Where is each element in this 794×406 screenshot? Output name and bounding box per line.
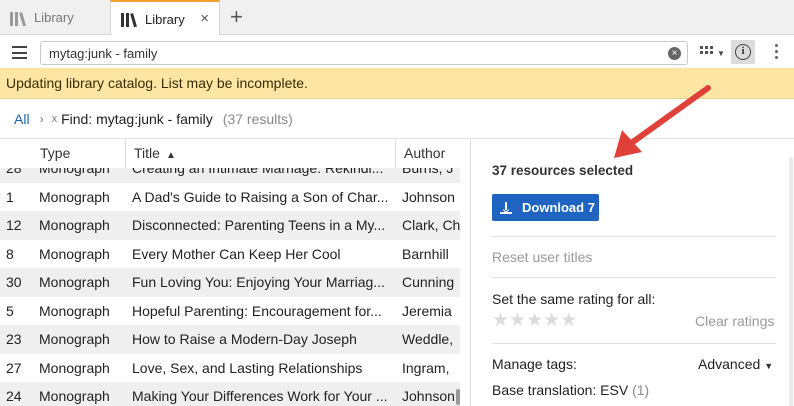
row-type: Monograph [39,331,110,348]
table-body: 28 Monograph Creating an Intimate Marria… [0,154,460,406]
row-number: 5 [6,302,14,319]
tab-library-active[interactable]: Library × [110,0,220,36]
table-row[interactable]: 8 Monograph Every Mother Can Keep Her Co… [0,240,460,269]
row-number: 30 [6,274,22,291]
table-row[interactable]: 24 Monograph Making Your Differences Wor… [0,382,460,406]
tab-bar: Library Library × + [0,0,794,36]
download-icon [500,201,512,214]
manage-tags-label: Manage tags: [492,356,577,372]
search-input[interactable] [49,45,649,61]
row-author: Clark, Ch [402,217,460,234]
row-title: Disconnected: Parenting Teens in a My... [132,217,386,234]
row-author: Johnson [402,188,455,205]
base-translation-count: (1) [632,382,650,398]
column-header-title[interactable]: Title ▲ [126,139,396,168]
row-number: 12 [6,217,22,234]
row-type: Monograph [39,245,110,262]
remove-filter-icon[interactable]: x [52,113,58,125]
row-type: Monograph [39,188,110,205]
row-type: Monograph [39,302,110,319]
divider [492,343,776,344]
breadcrumb: All › x Find: mytag:junk - family (37 re… [0,99,794,139]
table-row[interactable]: 30 Monograph Fun Loving You: Enjoying Yo… [0,268,460,297]
row-title: Hopeful Parenting: Encouragement for... [132,302,382,319]
panel-scrollbar[interactable] [789,157,793,406]
row-title: How to Raise a Modern-Day Joseph [132,331,357,348]
info-panel-button[interactable]: i [731,40,755,64]
caret-down-icon: ▼ [717,49,725,58]
divider [492,277,776,278]
row-title: Fun Loving You: Enjoying Your Marriag... [132,274,385,291]
new-tab-button[interactable]: + [230,4,243,30]
row-author: Ingram, [402,359,450,376]
toolbar: × ▼ i [0,35,794,70]
row-author: Barnhill [402,245,449,262]
library-icon [10,10,28,26]
row-title: A Dad's Guide to Raising a Son of Char..… [132,188,389,205]
table-row[interactable]: 23 Monograph How to Raise a Modern-Day J… [0,325,460,354]
selection-summary: 37 resources selected [492,163,634,178]
row-number: 23 [6,331,22,348]
menu-icon[interactable] [12,46,27,59]
tab-label: Library [145,11,185,27]
table-header: Type Title ▲ Author [0,139,470,168]
advanced-label: Advanced [698,356,761,372]
row-title: Every Mother Can Keep Her Cool [132,245,341,262]
row-author: Jeremia [402,302,452,319]
row-type: Monograph [39,274,110,291]
download-button-label: Download 7 [522,200,595,215]
breadcrumb-all-link[interactable]: All [14,111,30,127]
row-author: Weddle, [402,331,454,348]
breadcrumb-separator: › [39,111,44,126]
base-translation: Base translation: ESV (1) [492,382,649,398]
more-options-icon[interactable] [775,44,778,59]
table-row[interactable]: 1 Monograph A Dad's Guide to Raising a S… [0,183,460,212]
row-type: Monograph [39,388,110,405]
column-header-author[interactable]: Author [396,139,470,168]
tab-label: Library [34,10,74,25]
info-icon: i [735,44,751,60]
row-type: Monograph [39,359,110,376]
row-title: Love, Sex, and Lasting Relationships [132,359,363,376]
sort-ascending-icon: ▲ [165,150,176,161]
row-number: 1 [6,188,14,205]
column-header-number[interactable] [0,139,32,168]
info-panel: 37 resources selected Download 7 Reset u… [470,139,794,406]
caret-down-icon: ▼ [764,361,774,371]
advanced-dropdown[interactable]: Advanced ▼ [698,356,773,372]
resource-table: 28 Monograph Creating an Intimate Marria… [0,139,470,406]
tab-library-inactive[interactable]: Library [10,0,74,35]
search-box: × [40,41,688,65]
row-number: 24 [6,388,22,405]
column-header-type[interactable]: Type [32,139,126,168]
result-count: (37 results) [222,110,293,127]
clear-ratings-link[interactable]: Clear ratings [695,313,774,329]
column-header-title-label: Title [134,145,160,161]
divider [492,236,776,237]
view-options-button[interactable]: ▼ [700,46,726,60]
close-tab-icon[interactable]: × [200,10,209,27]
table-row[interactable]: 5 Monograph Hopeful Parenting: Encourage… [0,297,460,326]
row-number: 27 [6,359,22,376]
row-author: Cunning [402,274,455,291]
breadcrumb-find: Find: mytag:junk - family [61,110,213,127]
download-button[interactable]: Download 7 [492,194,599,221]
table-row[interactable]: 12 Monograph Disconnected: Parenting Tee… [0,211,460,240]
row-type: Monograph [39,217,110,234]
grid-view-icon [700,46,714,54]
row-title: Making Your Differences Work for Your ..… [132,388,388,405]
status-banner: Updating library catalog. List may be in… [0,68,794,99]
table-row[interactable]: 27 Monograph Love, Sex, and Lasting Rela… [0,354,460,383]
row-number: 8 [6,245,14,262]
row-author: Johnson [402,388,455,405]
base-translation-label: Base translation: ESV [492,382,629,398]
reset-user-titles-link[interactable]: Reset user titles [492,249,592,265]
library-icon [121,11,139,28]
table-scrollbar[interactable] [456,389,460,405]
rating-stars[interactable]: ★★★★★ [492,309,577,332]
clear-search-icon[interactable]: × [668,47,681,60]
rating-label: Set the same rating for all: [492,291,656,307]
